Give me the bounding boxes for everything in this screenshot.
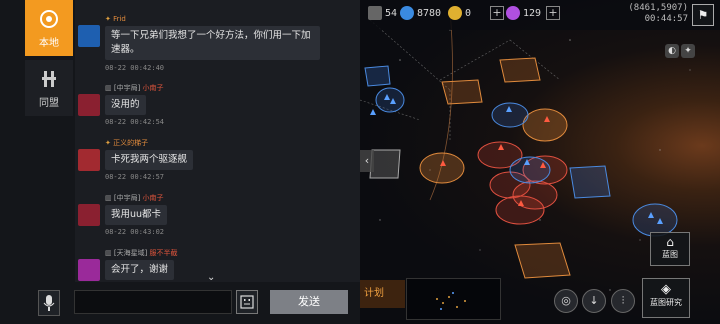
- download-icon: ↓: [589, 294, 599, 307]
- research-icon: ◈: [661, 282, 671, 297]
- microphone-icon: [43, 295, 55, 311]
- game-clock: 00:44:57: [644, 14, 688, 24]
- avatar[interactable]: [78, 149, 100, 171]
- chevron-left-icon: ‹: [364, 154, 370, 167]
- emoji-button[interactable]: [236, 290, 258, 314]
- resource-ships: 54: [368, 6, 397, 22]
- avatar[interactable]: [78, 25, 100, 47]
- camera-icon[interactable]: ◐: [665, 44, 679, 58]
- resource-crystal: 8780: [400, 6, 441, 22]
- message-text: 没用的: [105, 95, 146, 115]
- alliance-icon: ▥: [105, 194, 114, 202]
- minimap[interactable]: [406, 278, 501, 320]
- tab-alliance[interactable]: 同盟: [25, 60, 73, 116]
- message-time: 08-22 00:42:57: [105, 173, 165, 181]
- blueprint-research-button[interactable]: ◈ 蓝图研究: [642, 278, 690, 318]
- pin-icon: ⚑: [697, 8, 709, 22]
- ship-icon: [368, 6, 382, 20]
- coordinates-readout: (8461,5907) 00:44:57: [628, 3, 688, 25]
- message-time: 08-22 00:42:54: [105, 118, 165, 126]
- avatar[interactable]: [78, 204, 100, 226]
- target-icon: [40, 10, 58, 28]
- fleet-icon: ⫶: [621, 294, 625, 307]
- sender-name[interactable]: 小南子: [143, 194, 164, 202]
- crystal-icon: [400, 6, 414, 20]
- plan-button[interactable]: 计划: [360, 280, 405, 308]
- emoji-icon: [240, 295, 254, 309]
- chat-input[interactable]: [74, 290, 232, 314]
- chevron-down-icon[interactable]: ⌄: [207, 272, 215, 282]
- gold-icon: [448, 6, 462, 20]
- alliance-icon: [42, 71, 56, 87]
- gem-icon: [506, 6, 520, 20]
- message-text: 等一下兄弟们我想了一个好方法，你们用一下加速器。: [105, 26, 320, 60]
- map-position: (8461,5907): [628, 3, 688, 13]
- message-time: 08-22 00:43:02: [105, 228, 165, 236]
- avatar[interactable]: [78, 259, 100, 281]
- bookmark-button[interactable]: ⚑: [692, 4, 714, 26]
- fleet-button[interactable]: ⫶: [611, 289, 635, 313]
- galaxy-icon: ◎: [561, 294, 571, 307]
- add-gold-button[interactable]: +: [490, 6, 504, 20]
- settings-icon[interactable]: ✦: [681, 44, 695, 58]
- sender-name[interactable]: 服不半截: [150, 249, 178, 257]
- sender-name[interactable]: 小南子: [143, 84, 164, 92]
- send-button[interactable]: 发送: [270, 290, 348, 314]
- chat-panel: 本地 同盟 ✦ Frid 等一下兄弟们我想了一个好方法，你们用一下加速器。 08…: [0, 0, 360, 324]
- download-button[interactable]: ↓: [582, 289, 606, 313]
- blueprint-button[interactable]: ⌂ 蓝图: [650, 232, 690, 266]
- message-list[interactable]: ✦ Frid 等一下兄弟们我想了一个好方法，你们用一下加速器。 08-22 00…: [75, 0, 360, 282]
- message-text: 卡死我两个驱逐舰: [105, 150, 194, 170]
- sender-name[interactable]: Frid: [113, 15, 126, 23]
- alliance-icon: ▥: [105, 84, 114, 92]
- chat-input-bar: 发送: [0, 282, 360, 324]
- blueprint-icon: ⌂: [666, 235, 674, 249]
- rank-icon: ✦: [105, 15, 114, 23]
- resource-gold: 0: [448, 6, 471, 22]
- rank-icon: ✦: [105, 139, 114, 147]
- tab-local[interactable]: 本地: [25, 0, 73, 56]
- add-gem-button[interactable]: +: [546, 6, 560, 20]
- message-text: 我用uu都卡: [105, 205, 168, 225]
- expand-panel-button[interactable]: ‹: [360, 150, 374, 172]
- resource-bar: 54 8780 0 + 129 + (8461,5907) 00:44:57 ⚑: [360, 0, 720, 30]
- message-text: 会开了，谢谢: [105, 260, 175, 280]
- voice-button[interactable]: [38, 290, 60, 316]
- galaxy-button[interactable]: ◎: [554, 289, 578, 313]
- alliance-icon: ▥: [105, 249, 114, 257]
- message-time: 08-22 00:42:40: [105, 64, 165, 72]
- game-screen: 54 8780 0 + 129 + (8461,5907) 00:44:57 ⚑…: [0, 0, 720, 324]
- avatar[interactable]: [78, 94, 100, 116]
- sender-name[interactable]: 正义的梯子: [113, 139, 148, 147]
- resource-gem: 129: [506, 6, 541, 22]
